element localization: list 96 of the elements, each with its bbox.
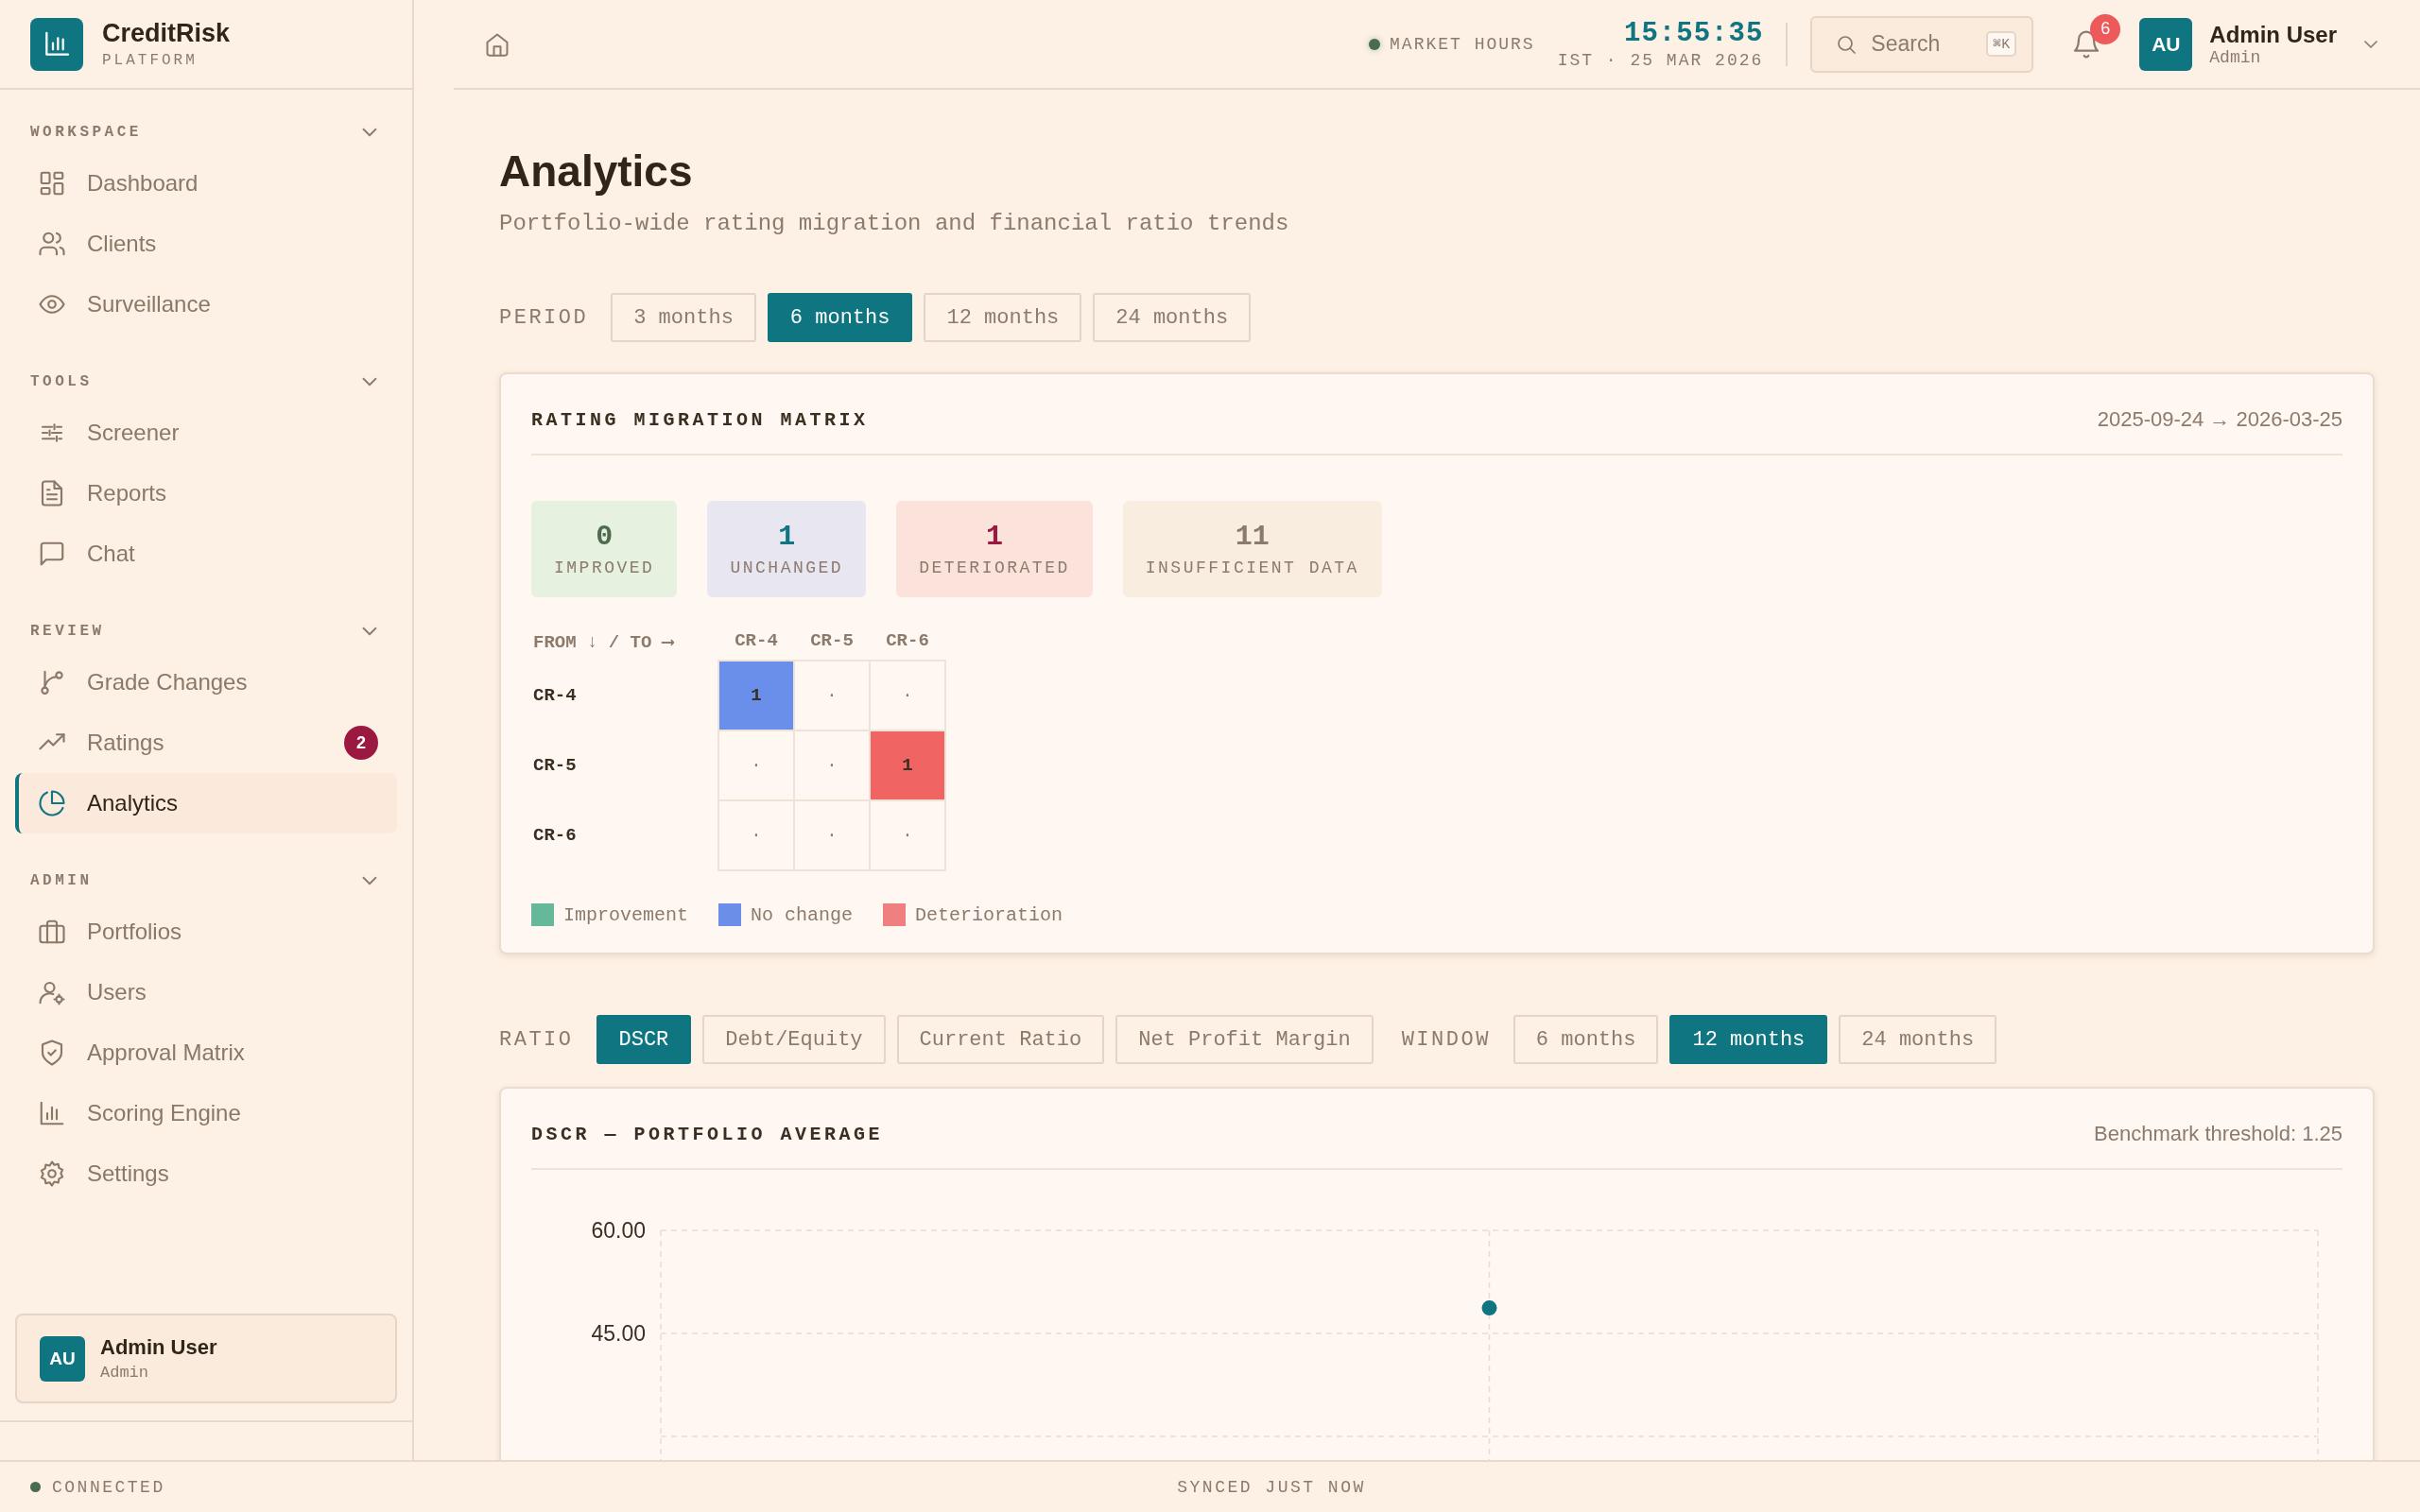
nav-item[interactable]: Users — [15, 962, 397, 1022]
legend-label: Deterioration — [915, 903, 1063, 926]
chat-icon — [38, 540, 66, 568]
window-option-button[interactable]: 24 months — [1839, 1015, 1997, 1064]
stat-value: 1 — [985, 521, 1003, 553]
market-status: MARKET HOURS — [1390, 34, 1535, 54]
period-option-button[interactable]: 6 months — [767, 293, 913, 342]
logo-icon — [30, 17, 83, 71]
briefcase-icon — [38, 918, 66, 946]
notification-badge: 6 — [2090, 13, 2121, 44]
ratio-option-button[interactable]: Net Profit Margin — [1115, 1015, 1374, 1064]
filter-label: PERIOD — [499, 305, 589, 330]
matrix-cell: · — [794, 800, 870, 870]
row-header: CR-6 — [531, 800, 718, 870]
nav-item[interactable]: Scoring Engine — [15, 1083, 397, 1143]
axis-tick-label: 45.00 — [591, 1321, 646, 1346]
period-option-button[interactable]: 3 months — [611, 293, 756, 342]
nav-item[interactable]: Clients — [15, 214, 397, 274]
shortcut-hint: ⌘K — [1986, 31, 2017, 57]
stat-label: DETERIORATED — [919, 558, 1070, 577]
matrix-cell: · — [718, 730, 794, 800]
axis-tick-label: 60.00 — [591, 1218, 646, 1243]
brand-tagline: PLATFORM — [102, 52, 199, 69]
user-role: Admin — [100, 1364, 149, 1382]
ratio-option-button[interactable]: Current Ratio — [896, 1015, 1105, 1064]
matrix-cell: · — [794, 661, 870, 730]
stat-value: 1 — [778, 521, 796, 553]
status-dot — [30, 1482, 41, 1492]
user-avatar: AU — [40, 1335, 85, 1382]
data-point — [1481, 1300, 1497, 1316]
nav-item[interactable]: Reports — [15, 463, 397, 524]
clock-time: 15:55:35 — [1623, 18, 1764, 49]
settings-icon — [38, 1160, 66, 1188]
nav-item[interactable]: Chat — [15, 524, 397, 584]
legend-label: Improvement — [563, 903, 689, 926]
stat-value: 0 — [596, 521, 614, 553]
nav-item[interactable]: Screener — [15, 403, 397, 463]
matrix-cell: 1 — [870, 730, 945, 800]
nav-item[interactable]: Approval Matrix — [15, 1022, 397, 1083]
count-badge: 2 — [344, 726, 378, 760]
ratio-option-button[interactable]: DSCR — [596, 1015, 692, 1064]
column-header: CR-4 — [718, 622, 794, 661]
sync-status: SYNCED JUST NOW — [1176, 1477, 1366, 1497]
benchmark-label: Benchmark threshold: 1.25 — [2094, 1122, 2342, 1146]
nav-item[interactable]: Ratings 2 — [15, 713, 397, 773]
chart-title: DSCR — PORTFOLIO AVERAGE — [531, 1123, 884, 1145]
search-field[interactable]: Search ⌘K — [1810, 15, 2034, 73]
section-title: REVIEW — [30, 623, 105, 640]
page-title: Analytics — [499, 146, 694, 198]
clock-date: IST · 25 MAR 2026 — [1557, 51, 1764, 70]
matrix-cell: · — [718, 800, 794, 870]
page-subtitle: Portfolio-wide rating migration and financial ratio trends — [499, 211, 1290, 236]
nav-item[interactable]: Analytics — [15, 773, 397, 833]
ratio-option-button[interactable]: Debt/Equity — [702, 1015, 886, 1064]
dashboard-icon — [38, 169, 66, 198]
window-option-button[interactable]: 6 months — [1512, 1015, 1659, 1064]
legend-label: No change — [751, 903, 854, 926]
date-range: 2025-09-24 → 2026-03-25 — [2097, 407, 2342, 432]
stat-label: UNCHANGED — [730, 558, 844, 577]
section-title: TOOLS — [30, 373, 93, 390]
connection-status: CONNECTED — [52, 1477, 165, 1497]
stat-label: INSUFFICIENT DATA — [1145, 558, 1359, 577]
window-option-button[interactable]: 12 months — [1669, 1015, 1828, 1064]
pie-chart-icon — [38, 789, 66, 817]
nav-item[interactable]: Portfolios — [15, 902, 397, 962]
matrix-cell: · — [870, 800, 945, 870]
nav-item[interactable]: Dashboard — [15, 153, 397, 214]
stat-value: 11 — [1235, 521, 1270, 553]
users-icon — [38, 230, 66, 258]
row-header: CR-5 — [531, 730, 718, 800]
status-dot — [1369, 38, 1381, 50]
matrix-axis-label: FROM ↓ / TO ⟶ — [531, 622, 718, 661]
user-name: Admin User — [2209, 21, 2337, 48]
branch-icon — [38, 668, 66, 696]
stat-label: IMPROVED — [554, 558, 655, 577]
bar-chart-icon — [38, 1099, 66, 1127]
period-option-button[interactable]: 12 months — [924, 293, 1082, 342]
card-title: RATING MIGRATION MATRIX — [531, 408, 869, 431]
matrix-cell: 1 — [718, 661, 794, 730]
nav-item[interactable]: Surveillance — [15, 274, 397, 335]
user-card[interactable]: AU Admin User Admin — [15, 1314, 397, 1403]
user-name: Admin User — [100, 1335, 217, 1360]
column-header: CR-5 — [794, 622, 870, 661]
search-input[interactable]: Search — [1871, 31, 1966, 57]
nav-item[interactable]: Grade Changes — [15, 652, 397, 713]
nav-item[interactable]: Settings — [15, 1143, 397, 1204]
row-header: CR-4 — [531, 661, 718, 730]
user-avatar[interactable]: AU — [2139, 17, 2193, 71]
filter-label: WINDOW — [1401, 1027, 1491, 1052]
filter-label: RATIO — [499, 1027, 574, 1052]
user-role: Admin — [2209, 47, 2262, 67]
period-option-button[interactable]: 24 months — [1093, 293, 1252, 342]
section-title: WORKSPACE — [30, 124, 142, 141]
brand-name: CreditRisk — [102, 19, 231, 48]
section-title: ADMIN — [30, 872, 93, 889]
column-header: CR-6 — [870, 622, 945, 661]
